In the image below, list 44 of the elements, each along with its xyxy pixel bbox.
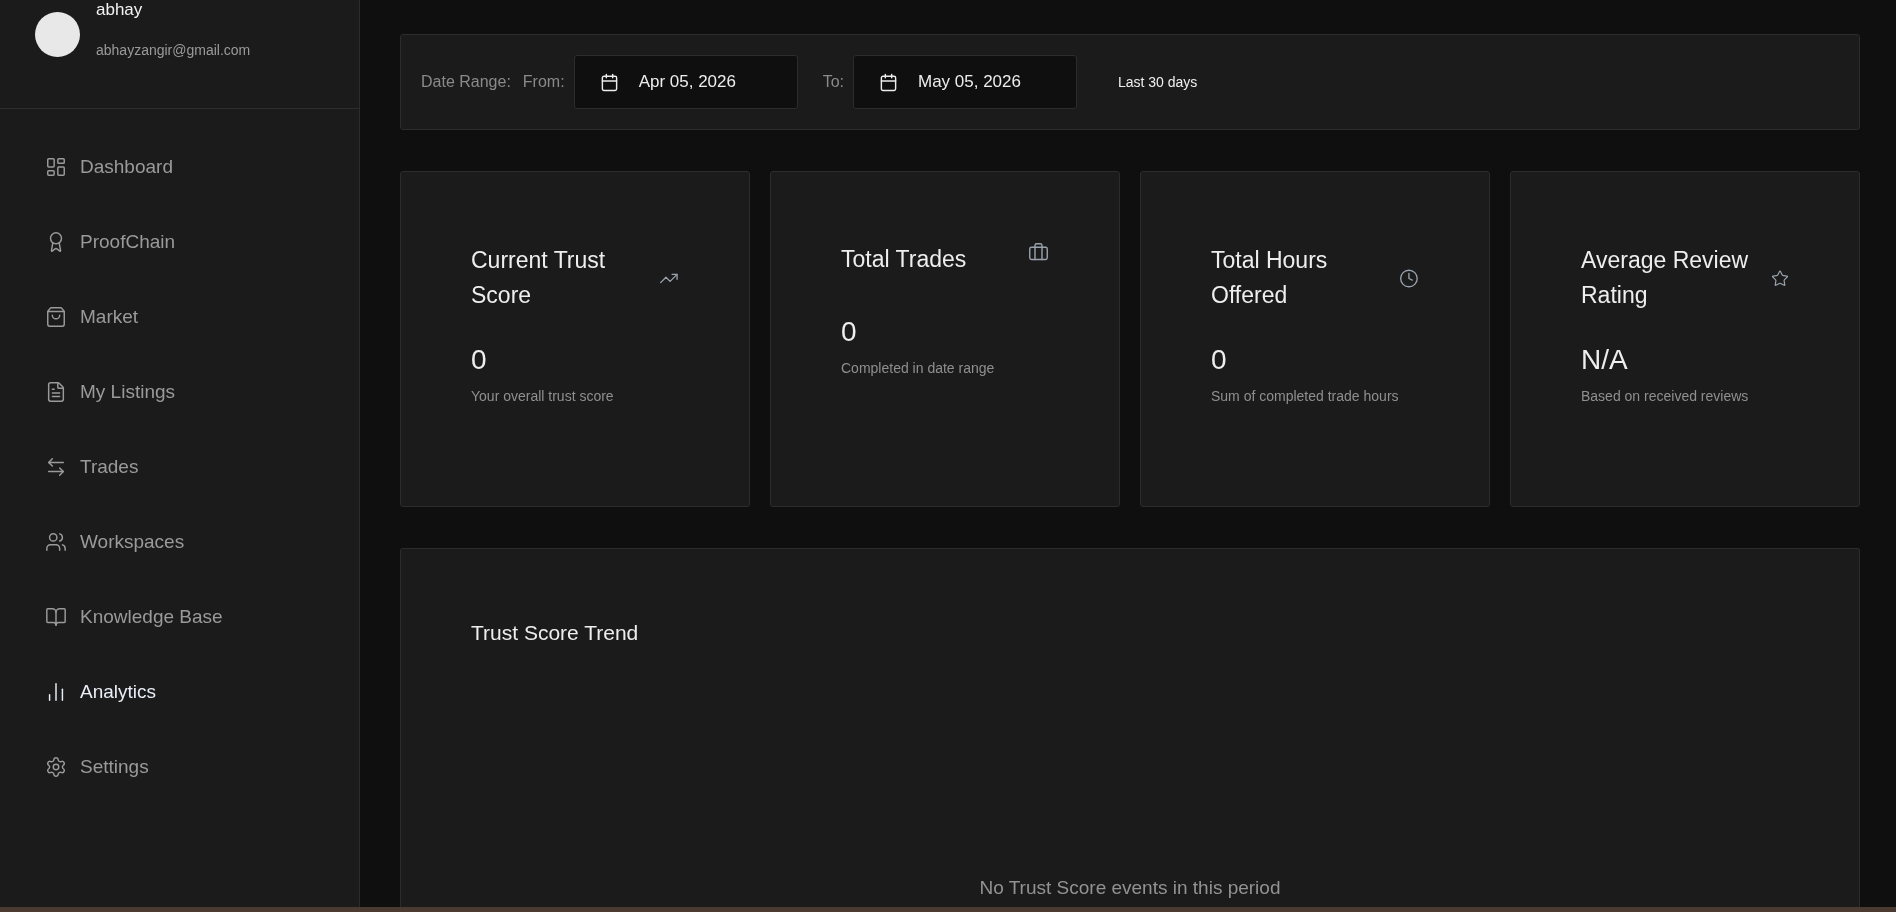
card-caption: Your overall trust score: [471, 388, 615, 404]
settings-icon: [45, 755, 67, 778]
from-label: From:: [522, 73, 565, 91]
card-value: 0: [841, 316, 858, 348]
card-title: Average Review Rating: [1581, 246, 1750, 310]
briefcase-icon: [1028, 242, 1049, 263]
from-date-field[interactable]: Apr 05, 2026: [573, 55, 798, 109]
sidebar-item[interactable]: Workspaces: [0, 504, 205, 579]
user-name: abhay: [96, 0, 144, 21]
card-value: 0: [471, 344, 488, 376]
user-email: abhayzangir@gmail.com: [96, 42, 251, 58]
card-title: Total Hours Offered: [1211, 246, 1329, 310]
to-label: To:: [822, 73, 844, 91]
panel-title: Trust Score Trend: [471, 621, 640, 645]
book-icon: [45, 605, 67, 628]
avatar: [35, 12, 80, 57]
users-icon: [45, 530, 67, 553]
document-icon: [45, 380, 67, 403]
card-value: 0: [1211, 344, 1228, 376]
calendar-icon: [878, 72, 898, 92]
star-icon: [1771, 267, 1789, 289]
shopping-bag-icon: [45, 305, 67, 328]
sidebar-item[interactable]: Dashboard: [0, 129, 193, 204]
preset-button[interactable]: Last 30 days: [1111, 68, 1204, 96]
dashboard-icon: [45, 155, 67, 178]
sidebar-item[interactable]: Trades: [0, 429, 159, 504]
sidebar-item[interactable]: ProofChain: [0, 204, 196, 279]
card-caption: Completed in date range: [841, 360, 996, 376]
card-title: Total Trades: [841, 245, 967, 274]
card-value: N/A: [1581, 344, 1629, 376]
empty-message: No Trust Score events in this period: [979, 877, 1281, 899]
sidebar-item[interactable]: Market: [0, 279, 159, 354]
sidebar-item[interactable]: My Listings: [0, 354, 196, 429]
card-caption: Sum of completed trade hours: [1211, 388, 1400, 404]
card-caption: Based on received reviews: [1581, 388, 1750, 404]
clock-icon: [1399, 267, 1419, 289]
sidebar-item[interactable]: Knowledge Base: [0, 579, 243, 654]
sidebar-item[interactable]: Settings: [0, 729, 169, 804]
card-title: Current Trust Score: [471, 246, 607, 310]
sidebar-item[interactable]: Analytics: [0, 654, 177, 729]
arrows-icon: [45, 455, 67, 478]
calendar-icon: [599, 72, 619, 92]
date-range-label: Date Range:: [421, 73, 511, 91]
to-date-field[interactable]: May 05, 2026: [852, 55, 1077, 109]
